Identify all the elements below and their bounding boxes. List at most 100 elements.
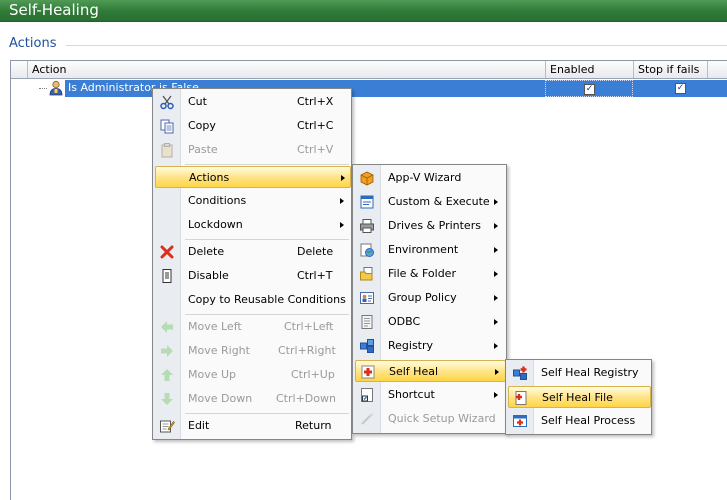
menu-item-shortcut: Ctrl+C bbox=[297, 119, 334, 132]
menu-item-self-heal-file[interactable]: Self Heal File bbox=[508, 386, 651, 408]
menu-separator bbox=[185, 413, 349, 414]
menu-item-shortcut: Ctrl+X bbox=[297, 95, 334, 108]
user-icon bbox=[49, 80, 63, 96]
menu-item-drives-printers[interactable]: Drives & Printers bbox=[355, 215, 506, 237]
submenu-arrow-icon bbox=[494, 223, 498, 229]
menu-item-odbc[interactable]: ODBC bbox=[355, 311, 506, 333]
self-heal-icon bbox=[361, 365, 375, 379]
tree-connector bbox=[39, 88, 47, 89]
menu-item-label: Edit bbox=[188, 419, 210, 432]
menu-item-self-heal-registry[interactable]: Self Heal Registry bbox=[508, 362, 651, 384]
menu-item-label: Cut bbox=[188, 95, 207, 108]
menu-item-label: Registry bbox=[388, 339, 434, 352]
grid-header: Action Enabled Stop if fails bbox=[11, 61, 727, 79]
appv-icon bbox=[360, 171, 374, 186]
column-header-stop-if-fails[interactable]: Stop if fails bbox=[633, 61, 707, 78]
menu-item-group-policy[interactable]: Group Policy bbox=[355, 287, 506, 309]
submenu-arrow-icon bbox=[494, 199, 498, 205]
submenu-arrow-icon bbox=[494, 392, 498, 398]
menu-item-quick-setup-wizard[interactable]: Quick Setup Wizard bbox=[355, 408, 506, 430]
row-filler bbox=[707, 80, 727, 97]
arrow-right-icon bbox=[161, 345, 173, 357]
environment-icon bbox=[360, 243, 374, 257]
menu-item-label: ODBC bbox=[388, 315, 421, 328]
menu-item-appv-wizard[interactable]: App-V Wizard bbox=[355, 167, 506, 189]
menu-item-disable[interactable]: Disable Ctrl+T bbox=[155, 265, 351, 287]
menu-separator bbox=[185, 164, 349, 165]
menu-item-label: Quick Setup Wizard bbox=[388, 412, 496, 425]
menu-item-conditions[interactable]: Conditions bbox=[155, 190, 351, 212]
menu-item-self-heal-process[interactable]: Self Heal Process bbox=[508, 410, 651, 432]
self-heal-registry-icon bbox=[513, 366, 527, 380]
menu-item-shortcut: Ctrl+T bbox=[297, 269, 333, 282]
menu-item-label: Paste bbox=[188, 143, 218, 156]
menu-item-paste[interactable]: Paste Ctrl+V bbox=[155, 139, 351, 161]
shortcut-icon bbox=[361, 388, 373, 402]
table-row[interactable]: Is Administrator is False ✓ ✓ bbox=[11, 80, 727, 97]
menu-item-actions[interactable]: Actions bbox=[155, 166, 351, 188]
menu-item-self-heal[interactable]: Self Heal bbox=[355, 360, 506, 382]
custom-execute-icon bbox=[360, 195, 374, 209]
menu-item-delete[interactable]: Delete Delete bbox=[155, 241, 351, 263]
submenu-arrow-icon bbox=[340, 222, 344, 228]
row-stop-cell[interactable]: ✓ bbox=[633, 80, 707, 97]
menu-item-shortcut: Ctrl+Right bbox=[278, 344, 336, 357]
menu-item-copy-to-reusable-conditions[interactable]: Copy to Reusable Conditions bbox=[155, 289, 351, 311]
row-enabled-cell[interactable]: ✓ bbox=[545, 80, 633, 97]
menu-item-registry[interactable]: Registry bbox=[355, 335, 506, 357]
menu-item-edit[interactable]: Edit Return bbox=[155, 415, 351, 437]
submenu-arrow-icon bbox=[494, 343, 498, 349]
context-menu: Cut Ctrl+X Copy Ctrl+C Paste Ctrl+V Acti… bbox=[152, 88, 352, 440]
submenu-arrow-icon bbox=[494, 271, 498, 277]
menu-item-label: Drives & Printers bbox=[388, 219, 481, 232]
submenu-arrow-icon bbox=[494, 295, 498, 301]
stop-if-fails-checkbox[interactable]: ✓ bbox=[675, 83, 686, 94]
menu-item-shortcut: Ctrl+Left bbox=[284, 320, 334, 333]
disable-icon bbox=[162, 269, 172, 283]
menu-item-label: Self Heal Registry bbox=[541, 366, 639, 379]
wizard-icon bbox=[361, 413, 373, 425]
menu-item-label: Actions bbox=[189, 171, 230, 184]
menu-item-copy[interactable]: Copy Ctrl+C bbox=[155, 115, 351, 137]
menu-item-label: Group Policy bbox=[388, 291, 457, 304]
folder-icon bbox=[360, 267, 373, 281]
window-title: Self-Healing bbox=[9, 1, 99, 19]
menu-item-move-right[interactable]: Move Right Ctrl+Right bbox=[155, 340, 351, 362]
arrow-left-icon bbox=[161, 321, 173, 333]
menu-item-label: Self Heal Process bbox=[541, 414, 636, 427]
cut-icon bbox=[160, 95, 174, 110]
submenu-arrow-icon bbox=[341, 175, 345, 181]
menu-item-shortcut: Ctrl+Down bbox=[276, 392, 336, 405]
grid-header-corner[interactable] bbox=[11, 61, 27, 78]
self-heal-submenu: Self Heal Registry Self Heal File Self H… bbox=[505, 359, 652, 435]
menu-item-shortcut: Delete bbox=[297, 245, 334, 258]
menu-item-move-down[interactable]: Move Down Ctrl+Down bbox=[155, 388, 351, 410]
menu-item-custom-execute[interactable]: Custom & Execute bbox=[355, 191, 506, 213]
menu-item-label: File & Folder bbox=[388, 267, 456, 280]
menu-item-label: Copy to Reusable Conditions bbox=[188, 293, 346, 306]
column-header-action[interactable]: Action bbox=[27, 61, 545, 78]
menu-item-cut[interactable]: Cut Ctrl+X bbox=[155, 91, 351, 113]
menu-item-label: Self Heal File bbox=[542, 391, 613, 404]
menu-item-move-left[interactable]: Move Left Ctrl+Left bbox=[155, 316, 351, 338]
menu-item-label: Move Up bbox=[188, 368, 237, 381]
menu-item-lockdown[interactable]: Lockdown bbox=[155, 214, 351, 236]
menu-item-shortcut: Return bbox=[295, 419, 332, 432]
registry-icon bbox=[360, 339, 374, 353]
menu-item-label: Self Heal bbox=[389, 365, 439, 378]
column-header-enabled[interactable]: Enabled bbox=[545, 61, 633, 78]
menu-item-environment[interactable]: Environment bbox=[355, 239, 506, 261]
menu-item-label: Copy bbox=[188, 119, 216, 132]
menu-item-shortcut[interactable]: Shortcut bbox=[355, 384, 506, 406]
arrow-down-icon bbox=[161, 393, 173, 405]
menu-item-file-folder[interactable]: File & Folder bbox=[355, 263, 506, 285]
menu-item-move-up[interactable]: Move Up Ctrl+Up bbox=[155, 364, 351, 386]
column-header-filler bbox=[707, 61, 727, 78]
menu-item-label: Custom & Execute bbox=[388, 195, 490, 208]
self-heal-file-icon bbox=[515, 391, 527, 405]
enabled-checkbox[interactable]: ✓ bbox=[584, 84, 595, 95]
menu-item-label: Conditions bbox=[188, 194, 247, 207]
submenu-arrow-icon bbox=[494, 247, 498, 253]
window-title-bar: Self-Healing bbox=[0, 0, 727, 22]
menu-item-shortcut: Ctrl+Up bbox=[291, 368, 335, 381]
